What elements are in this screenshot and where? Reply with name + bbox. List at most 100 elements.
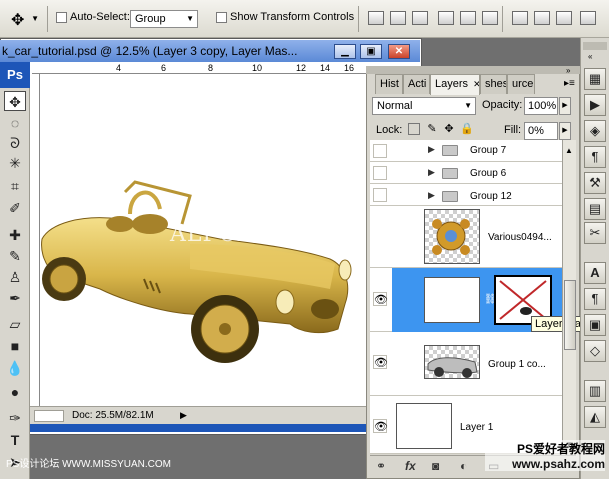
eye-icon[interactable]: 👁	[373, 419, 388, 433]
layer-name: Group 7	[470, 145, 507, 156]
chevron-down-icon: ▼	[31, 14, 39, 23]
layer-thumbnail[interactable]	[424, 345, 480, 379]
lock-all-icon[interactable]: 🔒	[460, 123, 474, 135]
pen-tool-icon[interactable]: ✑	[4, 408, 26, 428]
collapse-icon[interactable]: «	[588, 52, 592, 61]
visibility-toggle[interactable]	[373, 166, 387, 180]
tab-layers[interactable]: Layers ✕	[430, 74, 480, 95]
history-brush-tool-icon[interactable]: ✒	[4, 288, 26, 308]
marquee-tool-icon[interactable]: ◌	[4, 113, 26, 133]
scroll-thumb[interactable]	[564, 280, 576, 350]
panel-grip[interactable]	[366, 66, 580, 74]
tools-icon[interactable]: ✂	[584, 222, 606, 244]
fill-slider-arrow-icon[interactable]: ▶	[559, 122, 571, 140]
layer-row-group-6[interactable]	[370, 162, 562, 184]
tool-presets-icon[interactable]: ⚒	[584, 172, 606, 194]
lock-pixels-icon[interactable]: ✎	[426, 123, 438, 135]
mask-icon[interactable]: ◙	[432, 459, 439, 473]
opacity-input[interactable]: 100%	[524, 97, 558, 115]
opacity-slider-arrow-icon[interactable]: ▶	[559, 97, 571, 115]
blend-mode-dropdown[interactable]: Normal ▼	[372, 97, 476, 115]
navigator-icon[interactable]: ▦	[584, 68, 606, 90]
lasso-tool-icon[interactable]: ᘐ	[4, 133, 26, 153]
distribute-bottom-icon[interactable]	[556, 11, 572, 25]
scroll-up-icon[interactable]: ▲	[565, 146, 573, 155]
layer-thumbnail[interactable]	[396, 403, 452, 449]
layers-stack-icon[interactable]: ◈	[584, 120, 606, 142]
align-right-icon[interactable]	[482, 11, 498, 25]
expand-triangle-icon[interactable]: ▶	[428, 167, 435, 178]
dock-grip[interactable]	[583, 42, 607, 50]
align-bottom-icon[interactable]	[412, 11, 428, 25]
tab-source[interactable]: urce	[507, 74, 535, 94]
type-tool-icon[interactable]: T	[4, 430, 26, 450]
move-tool-icon[interactable]: ✥	[4, 91, 26, 111]
lock-transparency-icon[interactable]	[408, 123, 420, 135]
eye-icon[interactable]: 👁	[373, 355, 388, 369]
tab-brushes[interactable]: shes	[480, 74, 507, 94]
maximize-button[interactable]: ▣	[360, 44, 382, 59]
tab-history[interactable]: Hist	[375, 74, 403, 94]
align-left-icon[interactable]	[438, 11, 454, 25]
auto-select-dropdown[interactable]: Group ▼	[130, 10, 198, 28]
brushes-icon[interactable]: ▥	[584, 380, 606, 402]
minimize-button[interactable]: ▁	[334, 44, 356, 59]
zoom-field[interactable]	[34, 410, 64, 422]
eyedropper-tool-icon[interactable]: ✐	[4, 198, 26, 218]
adjustment-icon[interactable]: ◐	[460, 459, 467, 473]
swatches-icon[interactable]: ▤	[584, 198, 606, 220]
expand-triangle-icon[interactable]: ▶	[428, 144, 435, 155]
document-title-bar[interactable]: k_car_tutorial.psd @ 12.5% (Layer 3 copy…	[0, 40, 420, 62]
info-icon[interactable]: ¶	[584, 146, 606, 168]
eye-icon[interactable]: 👁	[373, 292, 388, 306]
tab-actions[interactable]: Acti	[403, 74, 430, 94]
layer-row-group-7[interactable]	[370, 140, 562, 162]
show-transform-checkbox[interactable]	[216, 12, 227, 23]
align-top-icon[interactable]	[368, 11, 384, 25]
layer-name: Group 12	[470, 191, 512, 202]
layer-thumbnail[interactable]	[424, 209, 480, 264]
auto-select-checkbox[interactable]	[56, 12, 67, 23]
channels-icon[interactable]: ▣	[584, 314, 606, 336]
histogram-icon[interactable]: ▶	[584, 94, 606, 116]
status-menu-arrow-icon[interactable]: ▶	[180, 410, 187, 421]
close-button[interactable]: ✕	[388, 44, 410, 59]
align-vertical-center-icon[interactable]	[390, 11, 406, 25]
distribute-left-icon[interactable]	[580, 11, 596, 25]
fx-icon[interactable]: fx	[405, 459, 416, 473]
healing-brush-tool-icon[interactable]: ✚	[4, 225, 26, 245]
clone-source-icon[interactable]: ◭	[584, 406, 606, 428]
fill-input[interactable]: 0%	[524, 122, 558, 140]
document-canvas[interactable]: ALFOART.COM	[40, 74, 366, 406]
clone-stamp-tool-icon[interactable]: ♙	[4, 267, 26, 287]
crop-tool-icon[interactable]: ⌗	[4, 176, 26, 196]
visibility-toggle[interactable]	[373, 144, 387, 158]
layer-thumbnail[interactable]	[424, 277, 480, 323]
blur-tool-icon[interactable]: 💧	[4, 358, 26, 378]
dodge-tool-icon[interactable]: ●	[4, 382, 26, 402]
paths-icon[interactable]: ◇	[584, 340, 606, 362]
distribute-center-icon[interactable]	[534, 11, 550, 25]
collapse-icon[interactable]: »	[566, 66, 570, 75]
magic-wand-tool-icon[interactable]: ✳	[4, 153, 26, 173]
paragraph-icon[interactable]: ¶	[584, 288, 606, 310]
layer-name: Layer 1	[460, 422, 494, 433]
tab-layers-label: Layers	[435, 78, 469, 90]
link-icon[interactable]: ⚭	[376, 459, 386, 473]
eraser-tool-icon[interactable]: ▱	[4, 314, 26, 334]
document-size-status[interactable]: Doc: 25.5M/82.1M	[72, 410, 154, 421]
align-horizontal-center-icon[interactable]	[460, 11, 476, 25]
horizontal-scrollbar[interactable]	[30, 424, 420, 432]
visibility-toggle[interactable]	[373, 188, 387, 202]
brush-tool-icon[interactable]: ✎	[4, 246, 26, 266]
layer-row-group-12[interactable]	[370, 184, 562, 206]
gradient-tool-icon[interactable]: ■	[4, 336, 26, 356]
character-icon[interactable]: A	[584, 262, 606, 284]
distribute-top-icon[interactable]	[512, 11, 528, 25]
close-tab-icon[interactable]: ✕	[473, 79, 479, 89]
move-tool-preset-picker[interactable]: ✥ ▼	[4, 6, 40, 30]
panel-menu-icon[interactable]: ▸≡	[564, 78, 575, 89]
expand-triangle-icon[interactable]: ▶	[428, 190, 435, 201]
lock-position-icon[interactable]: ✥	[443, 123, 455, 135]
layer-name: Various0494...	[488, 232, 552, 243]
